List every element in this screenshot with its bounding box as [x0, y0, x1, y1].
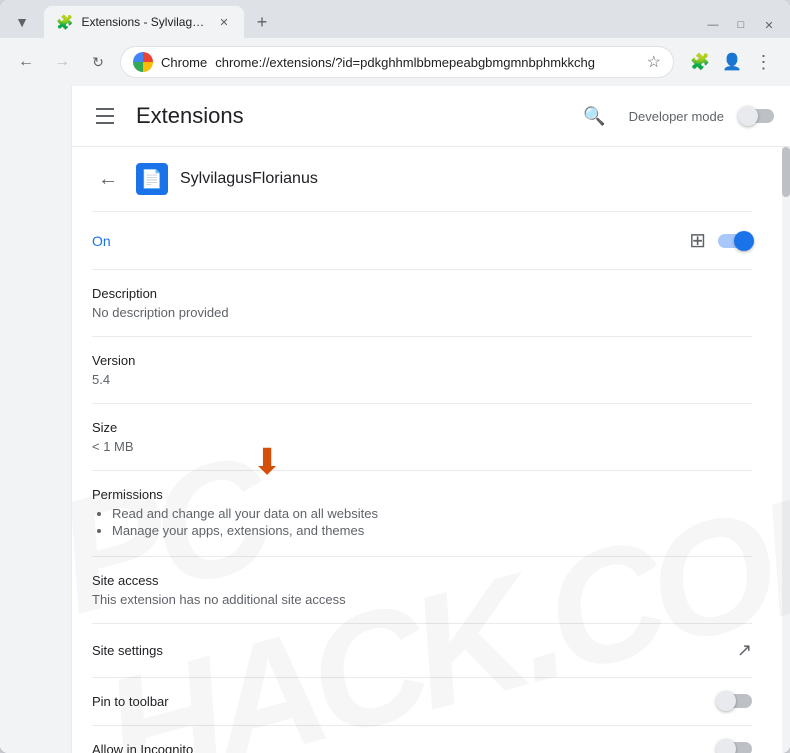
nav-icons: 🧩 👤 ⋮ — [686, 48, 778, 76]
extensions-page-header: Extensions 🔍 Developer mode — [72, 86, 790, 147]
extension-back-btn[interactable]: ← — [92, 163, 124, 195]
forward-btn[interactable]: → — [48, 48, 76, 76]
menu-btn[interactable]: ⋮ — [750, 48, 778, 76]
browser-window: ▼ 🧩 Extensions - SylvilagusFloridan... ✕… — [0, 0, 790, 753]
size-label: Size — [92, 420, 752, 435]
description-section: Description No description provided — [92, 270, 752, 337]
refresh-btn[interactable]: ↻ — [84, 48, 112, 76]
incognito-toggle[interactable] — [718, 742, 752, 753]
tab-title: Extensions - SylvilagusFloridan... — [81, 15, 208, 29]
permissions-label: Permissions — [92, 487, 752, 502]
browser-tab[interactable]: 🧩 Extensions - SylvilagusFloridan... ✕ — [44, 6, 244, 38]
incognito-toggle-knob — [716, 739, 736, 753]
toggle-knob — [738, 106, 758, 126]
profile-icon-btn[interactable]: 👤 — [718, 48, 746, 76]
version-label: Version — [92, 353, 752, 368]
extension-icon: 📄 — [136, 163, 168, 195]
bookmark-icon[interactable]: ☆ — [647, 52, 661, 72]
detail-header: ← 📄 SylvilagusFlorianus — [92, 147, 752, 212]
status-label: On — [92, 233, 111, 249]
site-access-section: Site access This extension has no additi… — [92, 557, 752, 624]
address-text: chrome://extensions/?id=pdkghhmlbbmepeab… — [215, 55, 638, 70]
site-access-label: Site access — [92, 573, 752, 588]
pin-toolbar-row: Pin to toolbar — [92, 678, 752, 726]
hamburger-btn[interactable] — [88, 98, 124, 134]
incognito-row: Allow in Incognito Warning: Google Chrom… — [92, 726, 752, 753]
pin-toolbar-label: Pin to toolbar — [92, 694, 169, 709]
site-access-value: This extension has no additional site ac… — [92, 592, 752, 607]
window-controls: — □ ✕ — [700, 16, 782, 34]
hamburger-line-2 — [96, 115, 114, 117]
ext-icon-symbol: 📄 — [141, 169, 163, 190]
description-label: Description — [92, 286, 752, 301]
tab-list-btn[interactable]: ▼ — [8, 8, 36, 36]
extensions-icon-btn[interactable]: 🧩 — [686, 48, 714, 76]
permissions-list: Read and change all your data on all web… — [92, 506, 752, 538]
permissions-section: Permissions Read and change all your dat… — [92, 471, 752, 557]
external-link-icon[interactable]: ↗ — [737, 640, 752, 661]
size-value: < 1 MB — [92, 439, 752, 454]
description-value: No description provided — [92, 305, 752, 320]
chrome-logo — [133, 52, 153, 72]
pin-toolbar-toggle[interactable] — [718, 694, 752, 708]
pin-toolbar-knob — [716, 691, 736, 711]
title-bar: ▼ 🧩 Extensions - SylvilagusFloridan... ✕… — [0, 0, 790, 38]
scrollbar-track[interactable] — [782, 147, 790, 753]
allow-incognito-label: Allow in Incognito — [92, 742, 642, 753]
version-section: Version 5.4 — [92, 337, 752, 404]
incognito-content: Allow in Incognito Warning: Google Chrom… — [92, 742, 642, 753]
hamburger-line-3 — [96, 122, 114, 124]
maximize-btn[interactable]: □ — [728, 16, 754, 34]
new-tab-btn[interactable]: + — [248, 8, 276, 36]
scrollbar-thumb[interactable] — [782, 147, 790, 197]
permission-item-1: Read and change all your data on all web… — [112, 506, 752, 521]
content-scroll[interactable]: ← 📄 SylvilagusFlorianus On ⊞ — [72, 147, 790, 753]
content-area: Extensions 🔍 Developer mode ← 📄 — [0, 86, 790, 753]
nav-bar: ← → ↻ Chrome chrome://extensions/?id=pdk… — [0, 38, 790, 86]
pin-toolbar-content: Pin to toolbar — [92, 694, 169, 709]
tab-icon: 🧩 — [56, 14, 73, 31]
site-settings-row: Site settings ↗ — [92, 624, 752, 678]
detail-container: ← 📄 SylvilagusFlorianus On ⊞ — [72, 147, 772, 753]
tab-bar: ▼ 🧩 Extensions - SylvilagusFloridan... ✕… — [8, 0, 276, 38]
extension-name: SylvilagusFlorianus — [180, 170, 318, 188]
site-settings-label: Site settings — [92, 643, 163, 658]
extension-toggle-knob — [734, 231, 754, 251]
permission-item-2: Manage your apps, extensions, and themes — [112, 523, 752, 538]
dev-mode-label: Developer mode — [629, 109, 724, 124]
header-right: 🔍 Developer mode — [577, 98, 774, 134]
sidebar — [0, 86, 72, 753]
extension-enabled-toggle[interactable] — [718, 234, 752, 248]
main-wrapper: Extensions 🔍 Developer mode ← 📄 — [72, 86, 790, 753]
status-icons: ⊞ — [689, 228, 752, 253]
status-row: On ⊞ — [92, 212, 752, 270]
address-bar[interactable]: Chrome chrome://extensions/?id=pdkghhmlb… — [120, 46, 674, 78]
developer-mode-toggle[interactable] — [740, 109, 774, 123]
minimize-btn[interactable]: — — [700, 16, 726, 34]
hamburger-line-1 — [96, 108, 114, 110]
tab-close-btn[interactable]: ✕ — [216, 14, 232, 30]
search-btn[interactable]: 🔍 — [577, 98, 613, 134]
grid-icon[interactable]: ⊞ — [689, 228, 706, 253]
close-btn[interactable]: ✕ — [756, 16, 782, 34]
page-title: Extensions — [136, 103, 244, 129]
chrome-label: Chrome — [161, 55, 207, 70]
version-value: 5.4 — [92, 372, 752, 387]
back-btn[interactable]: ← — [12, 48, 40, 76]
size-section: Size < 1 MB — [92, 404, 752, 471]
